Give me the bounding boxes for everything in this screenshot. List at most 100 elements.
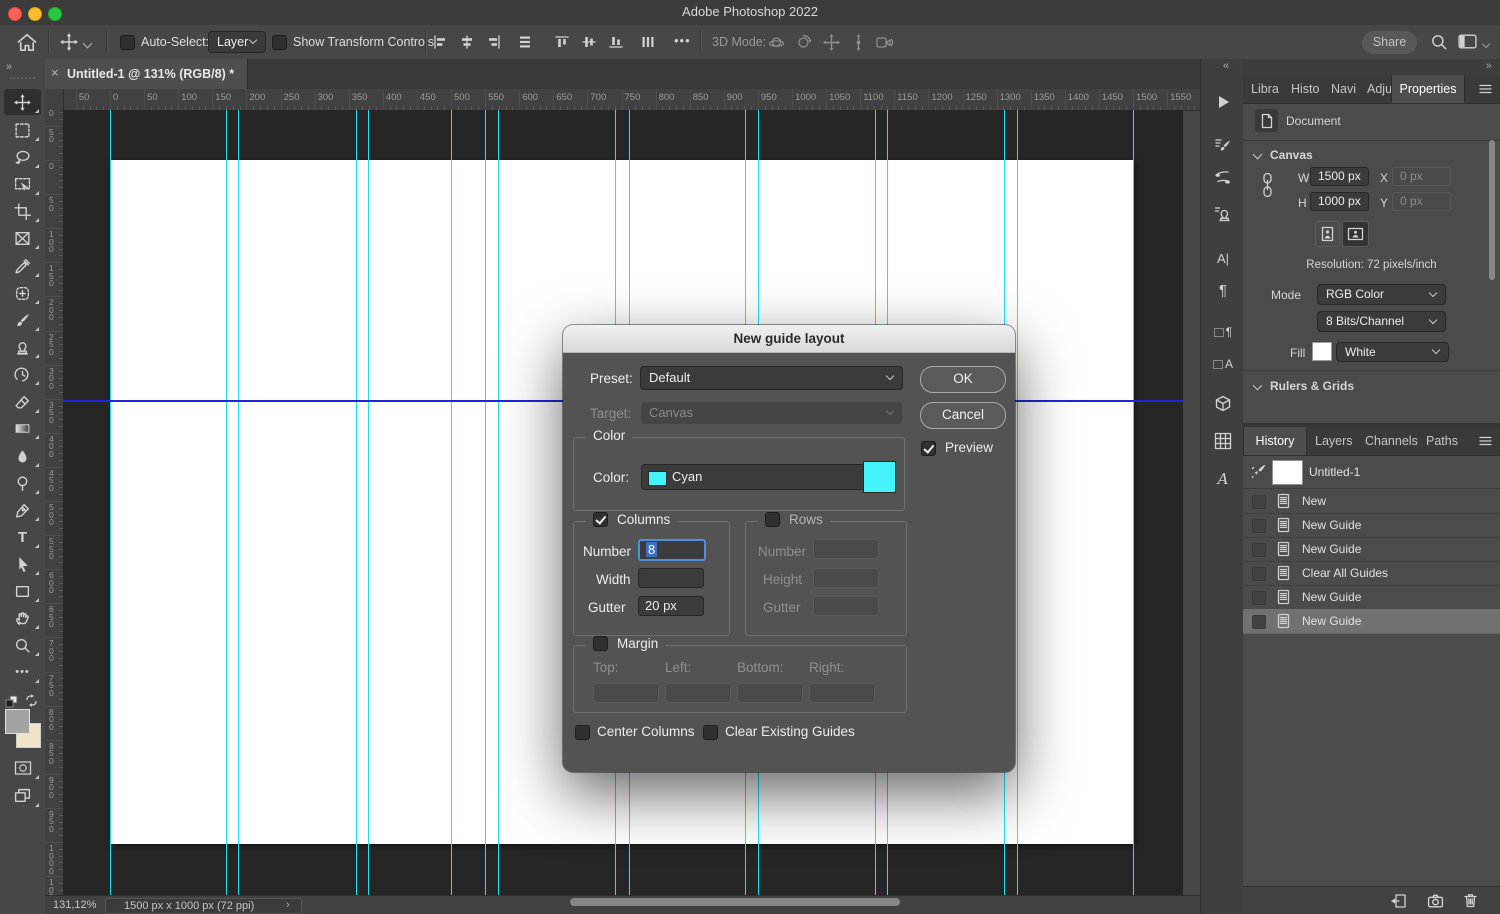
tab-channels[interactable]: Channels [1365,434,1418,448]
margin-right-field[interactable] [809,683,875,703]
close-tab-icon[interactable]: × [51,65,59,80]
tab-histogram[interactable]: Histo [1291,82,1326,96]
link-dimensions-icon[interactable] [1261,172,1274,198]
3d-slide-button[interactable] [850,34,867,51]
align-right-button[interactable] [487,35,501,49]
dodge-tool[interactable] [4,470,41,496]
history-brush-source-icon[interactable] [1251,464,1266,479]
horizontal-scrollbar[interactable] [570,898,900,906]
auto-select-checkbox[interactable] [120,35,135,50]
target-dropdown[interactable]: Canvas [640,401,903,425]
history-step-clear-all-guides[interactable]: Clear All Guides [1243,561,1500,586]
bit-depth-dropdown[interactable]: 8 Bits/Channel [1317,311,1446,332]
vertical-guide[interactable] [368,110,369,895]
tab-history[interactable]: History [1243,427,1307,455]
history-step-new-guide-1[interactable]: New Guide [1243,513,1500,538]
rulers-grids-chevron-icon[interactable] [1253,381,1263,391]
vertical-guide[interactable] [110,110,111,895]
workspace-chevron-icon[interactable] [1482,40,1490,48]
history-source-well[interactable] [1252,567,1266,581]
margin-top-field[interactable] [593,683,659,703]
tab-paths[interactable]: Paths [1426,434,1458,448]
preset-dropdown[interactable]: Default [640,366,903,390]
pen-tool[interactable] [4,497,41,523]
type-tool[interactable]: T [4,524,41,550]
margin-bottom-field[interactable] [737,683,803,703]
mode-dropdown[interactable]: RGB Color [1317,284,1446,305]
y-field[interactable]: 0 px [1392,192,1451,211]
preview-checkbox[interactable] [921,441,936,456]
brushes-panel-button[interactable] [1210,165,1236,191]
tab-navigator[interactable]: Navi [1331,82,1363,96]
clone-stamp-tool[interactable] [4,334,41,360]
healing-brush-tool[interactable] [4,280,41,306]
3d-orbit-button[interactable] [768,34,785,51]
clear-existing-guides-checkbox[interactable] [703,725,718,740]
default-colors-icon[interactable] [5,695,19,709]
brush-tool[interactable] [4,307,41,333]
search-button[interactable] [1430,33,1448,51]
fill-color-swatch[interactable] [1312,342,1332,361]
canvas-section-chevron-icon[interactable] [1253,150,1263,160]
history-step-new-guide-3[interactable]: New Guide [1243,585,1500,610]
gradient-tool[interactable] [4,415,41,441]
history-source-well[interactable] [1252,519,1266,533]
delete-state-button[interactable] [1463,892,1478,909]
vertical-guide[interactable] [1133,110,1134,895]
panel-expand-button[interactable]: » [1486,60,1492,72]
height-field[interactable]: 1000 px [1310,192,1369,211]
center-columns-checkbox[interactable] [575,725,590,740]
vertical-guide[interactable] [226,110,227,895]
portrait-orientation-button[interactable] [1315,221,1340,247]
hand-tool[interactable] [4,605,41,631]
paragraph-panel-button[interactable]: ¶ [1210,277,1236,303]
move-tool[interactable] [4,89,41,115]
screen-mode-button[interactable] [4,783,41,809]
tab-libraries[interactable]: Libra [1251,82,1286,96]
3d-panel-button[interactable] [1210,391,1236,417]
dialog-title[interactable]: New guide layout [563,325,1015,353]
align-middle-v-button[interactable] [582,35,596,49]
workspace-switcher-button[interactable] [1458,33,1477,50]
brush-settings-panel-button[interactable] [1210,133,1236,159]
home-button[interactable] [17,32,37,52]
move-tool-chevron-icon[interactable] [83,39,93,49]
vertical-guide[interactable] [1017,110,1018,895]
quick-mask-button[interactable] [4,755,41,781]
new-document-from-state-button[interactable] [1390,893,1407,909]
eyedropper-tool[interactable] [4,253,41,279]
vertical-guide[interactable] [485,110,486,895]
new-snapshot-button[interactable] [1427,893,1444,909]
lasso-tool[interactable] [4,144,41,170]
landscape-orientation-button[interactable] [1342,221,1369,247]
rectangular-marquee-tool[interactable] [4,117,41,143]
zoom-level-field[interactable]: 131,12% [53,899,96,911]
distribute-horizontal-button[interactable] [641,35,655,49]
swap-colors-icon[interactable] [24,693,39,708]
show-transform-checkbox[interactable] [272,35,287,50]
edit-toolbar-button[interactable]: ••• [4,659,41,685]
actions-panel-button[interactable] [1210,89,1236,115]
rows-height-field[interactable] [813,568,879,588]
3d-camera-button[interactable] [876,36,895,49]
history-step-new[interactable]: New [1243,489,1500,514]
clone-source-panel-button[interactable] [1210,201,1236,227]
toolbar-grip[interactable] [10,77,35,82]
history-panel-menu-icon[interactable] [1479,436,1492,446]
margin-checkbox[interactable] [593,636,608,651]
columns-checkbox[interactable] [593,512,608,527]
fill-dropdown[interactable]: White [1336,342,1449,362]
tab-properties[interactable]: Properties [1391,75,1465,103]
tab-layers[interactable]: Layers [1315,434,1353,448]
history-snapshot-row[interactable]: Untitled-1 [1243,456,1500,489]
frame-tool[interactable] [4,225,41,251]
columns-gutter-field[interactable]: 20 px [638,596,704,616]
cancel-button[interactable]: Cancel [920,402,1006,429]
vertical-ruler[interactable]: 1 0 05 005 01 0 01 5 02 0 02 5 03 0 03 5… [45,110,64,895]
history-step-new-guide-4-selected[interactable]: New Guide [1243,609,1500,634]
vertical-guide[interactable] [498,110,499,895]
rectangle-tool[interactable] [4,578,41,604]
columns-number-field[interactable]: 8 [638,539,706,561]
vertical-guide[interactable] [451,110,452,895]
history-source-well[interactable] [1252,495,1266,509]
